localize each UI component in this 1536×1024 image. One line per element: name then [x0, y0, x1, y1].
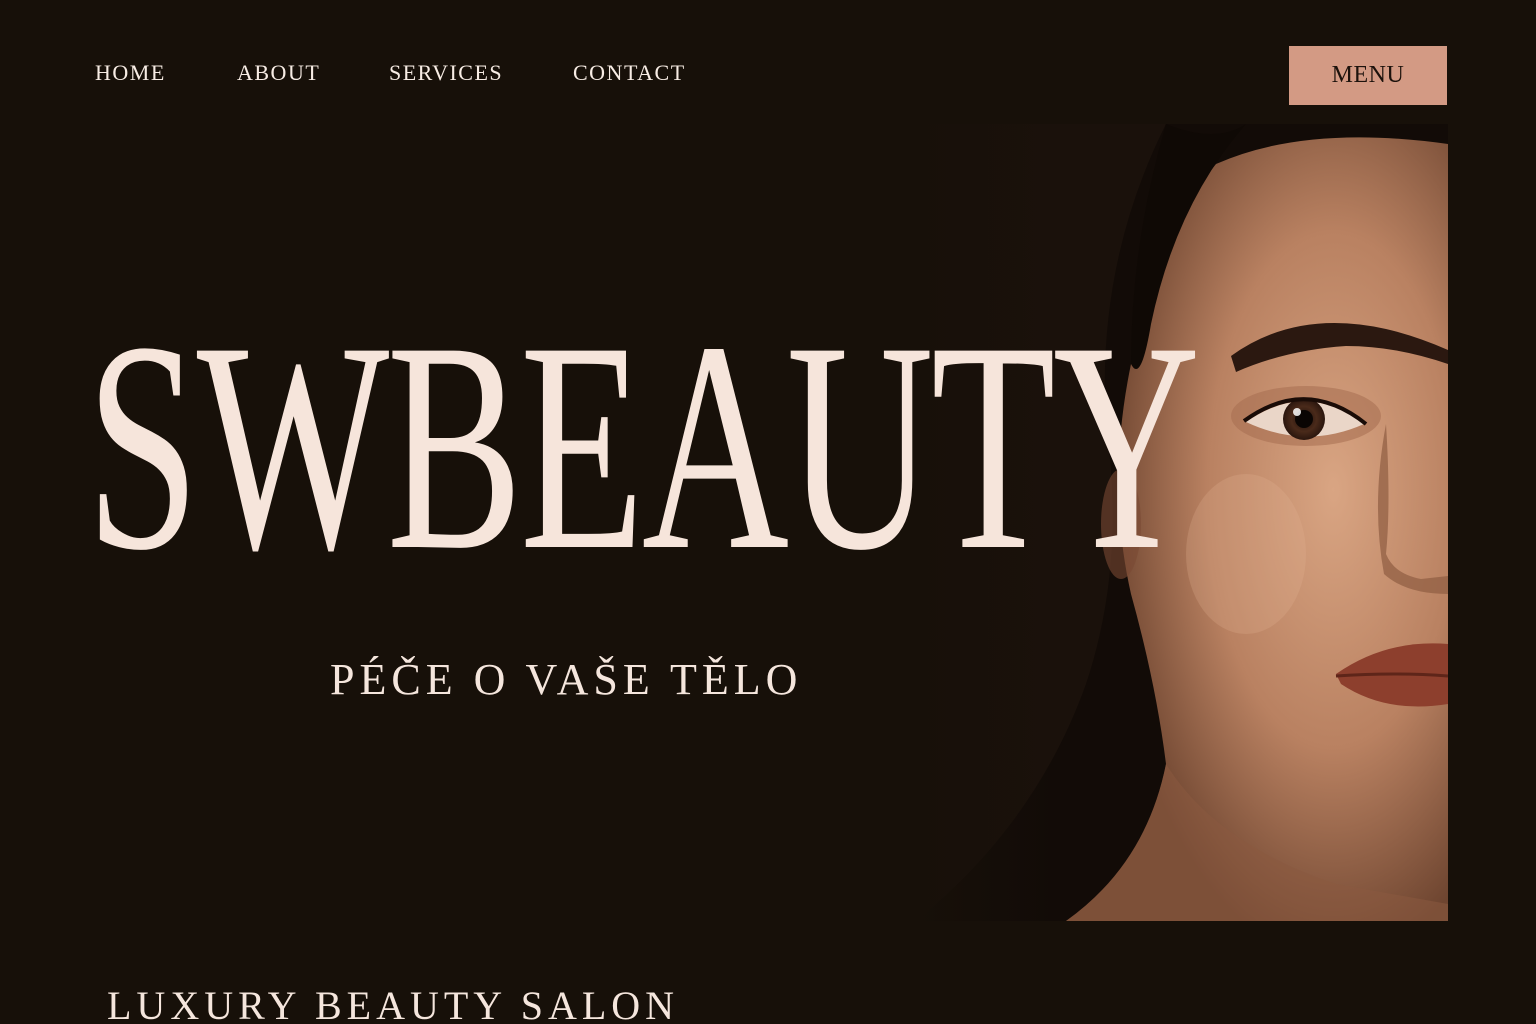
- hero-tagline: PÉČE O VAŠE TĚLO: [330, 655, 803, 704]
- menu-button[interactable]: MENU: [1289, 46, 1447, 105]
- nav-contact[interactable]: CONTACT: [573, 60, 686, 86]
- brand-headline: SWBEAUTY: [86, 280, 1200, 612]
- nav-services[interactable]: SERVICES: [389, 60, 503, 86]
- hero-subtitle: LUXURY BEAUTY SALON: [107, 983, 680, 1024]
- nav-about[interactable]: ABOUT: [237, 60, 320, 86]
- nav-home[interactable]: HOME: [95, 60, 166, 86]
